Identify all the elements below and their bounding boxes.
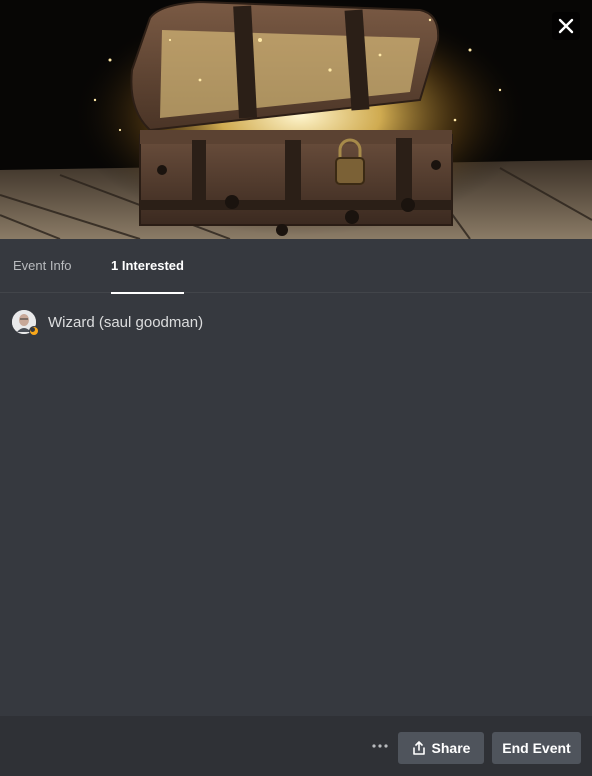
tab-interested[interactable]: 1 Interested	[111, 239, 184, 294]
event-cover-image	[0, 0, 592, 239]
end-event-button[interactable]: End Event	[492, 732, 581, 764]
modal-footer: Share End Event	[0, 716, 592, 776]
share-icon	[412, 741, 426, 755]
event-tabs: Event Info 1 Interested	[0, 239, 592, 294]
moon-status-icon	[30, 327, 38, 335]
status-badge	[29, 326, 39, 336]
share-button[interactable]: Share	[398, 732, 484, 764]
tab-event-info[interactable]: Event Info	[13, 239, 72, 293]
share-label: Share	[431, 740, 471, 756]
avatar	[12, 310, 39, 336]
interested-users-list: Wizard (saul goodman)	[12, 308, 580, 336]
list-item[interactable]: Wizard (saul goodman)	[12, 308, 580, 336]
treasure-chest-illustration	[0, 0, 592, 239]
close-button[interactable]	[552, 12, 580, 40]
close-icon	[558, 18, 574, 34]
user-name: Wizard (saul goodman)	[48, 313, 204, 331]
more-options-button[interactable]	[368, 734, 392, 758]
more-dots-icon	[372, 744, 388, 748]
event-modal: Event Info 1 Interested Wizard (saul goo…	[0, 0, 592, 776]
end-event-label: End Event	[502, 740, 571, 756]
